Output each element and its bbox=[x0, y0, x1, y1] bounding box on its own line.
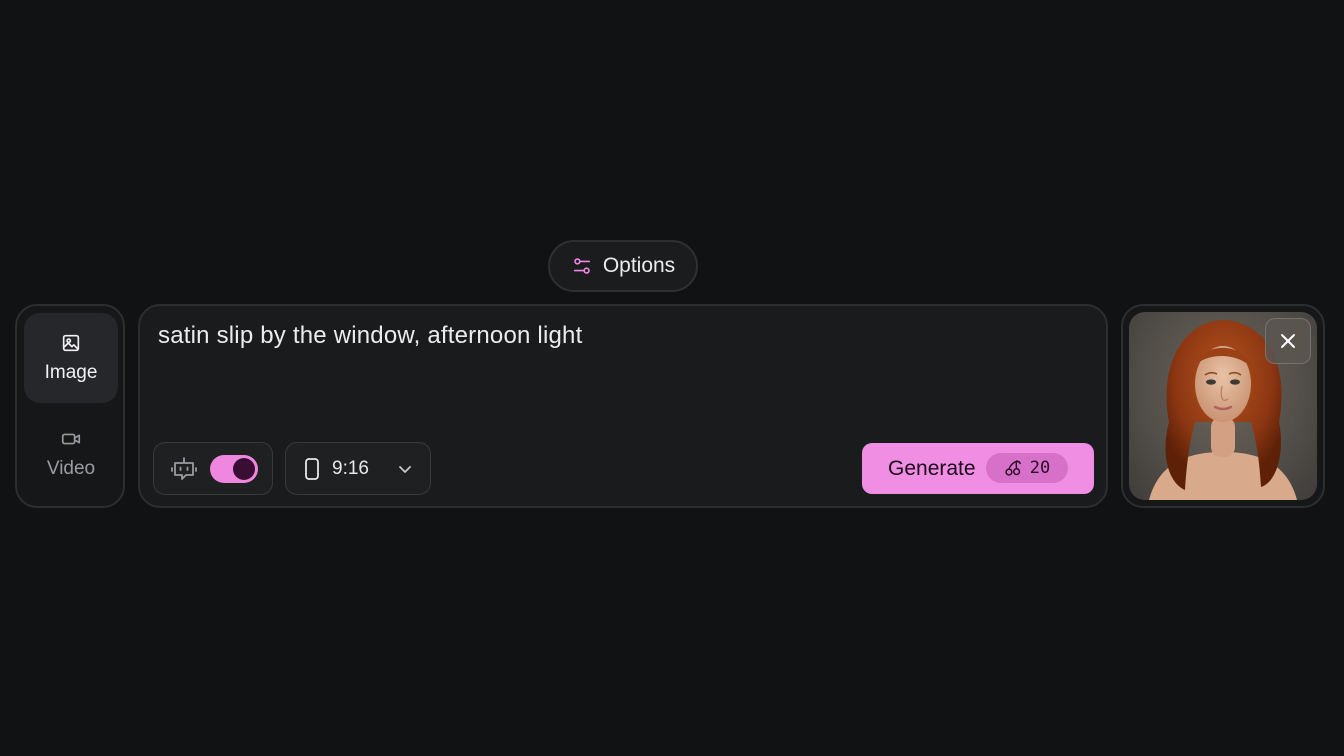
remove-reference-button[interactable] bbox=[1265, 318, 1311, 364]
ai-assist-control bbox=[153, 442, 273, 495]
credit-cost-badge: 20 bbox=[986, 453, 1068, 483]
mode-video-label: Video bbox=[46, 458, 96, 479]
mode-switcher: Image Video bbox=[15, 304, 125, 508]
sliders-icon bbox=[573, 258, 590, 274]
credit-count: 20 bbox=[1029, 458, 1051, 478]
prompt-input[interactable]: satin slip by the window, afternoon ligh… bbox=[158, 322, 582, 350]
robot-icon bbox=[171, 456, 197, 480]
ai-assist-toggle[interactable] bbox=[210, 454, 258, 483]
generation-composer: Options Image Video satin slip by the wi… bbox=[0, 0, 1344, 756]
close-icon bbox=[1281, 334, 1295, 348]
aspect-ratio-value: 9:16 bbox=[332, 457, 369, 479]
prompt-panel: satin slip by the window, afternoon ligh… bbox=[138, 304, 1108, 508]
image-icon bbox=[62, 334, 80, 352]
toggle-knob bbox=[233, 457, 255, 480]
mode-image-button[interactable]: Image bbox=[24, 313, 118, 403]
chevron-down-icon bbox=[399, 466, 411, 473]
options-label: Options bbox=[602, 254, 676, 277]
mode-video-button[interactable]: Video bbox=[24, 409, 118, 499]
mode-image-label: Image bbox=[44, 362, 98, 383]
options-button[interactable]: Options bbox=[548, 240, 698, 292]
phone-portrait-icon bbox=[305, 457, 319, 480]
cherries-icon bbox=[1005, 460, 1021, 476]
generate-button[interactable]: Generate 20 bbox=[862, 443, 1094, 494]
reference-image-panel bbox=[1121, 304, 1325, 508]
aspect-ratio-select[interactable]: 9:16 bbox=[285, 442, 431, 495]
reference-image-thumbnail[interactable] bbox=[1129, 312, 1317, 500]
generate-label: Generate bbox=[888, 456, 976, 480]
video-icon bbox=[61, 433, 81, 445]
